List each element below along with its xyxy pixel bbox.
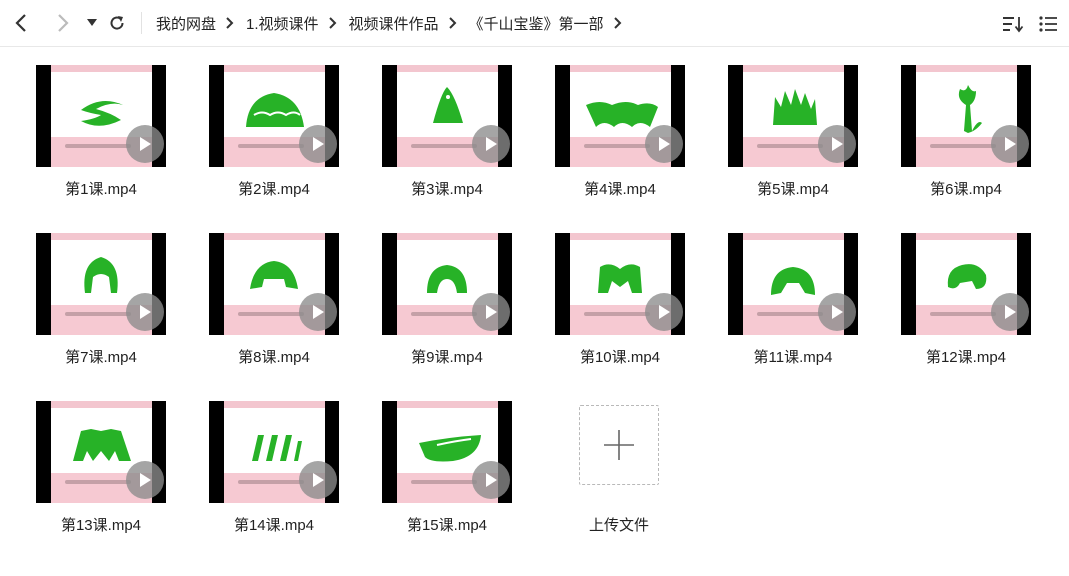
file-name: 第9课.mp4: [411, 349, 483, 366]
file-item[interactable]: 第15课.mp4: [362, 384, 512, 544]
thumbnail-caption-line: [930, 144, 996, 148]
file-item[interactable]: 第9课.mp4: [362, 216, 512, 376]
play-icon[interactable]: [991, 293, 1029, 331]
play-icon[interactable]: [645, 125, 683, 163]
file-name: 第7课.mp4: [65, 349, 137, 366]
chevron-right-icon[interactable]: [50, 10, 76, 36]
upload-label: 上传文件: [588, 517, 649, 534]
video-thumbnail[interactable]: [382, 65, 512, 167]
play-icon[interactable]: [818, 125, 856, 163]
breadcrumb-item[interactable]: 《千山宝鉴》第一部: [469, 13, 604, 34]
upload-button[interactable]: [579, 405, 659, 485]
video-thumbnail[interactable]: [728, 65, 858, 167]
chevron-right-small-icon: [328, 17, 337, 29]
thumbnail-caption-line: [411, 144, 477, 148]
file-item[interactable]: 第2课.mp4: [189, 48, 339, 208]
file-item[interactable]: 第5课.mp4: [708, 48, 858, 208]
file-item[interactable]: 第7课.mp4: [16, 216, 166, 376]
upload-tile[interactable]: 上传文件: [558, 384, 708, 544]
file-name: 第6课.mp4: [930, 181, 1002, 198]
video-thumbnail[interactable]: [901, 233, 1031, 335]
thumbnail-caption-line: [584, 144, 650, 148]
file-item[interactable]: 第8课.mp4: [189, 216, 339, 376]
triangle-down-icon[interactable]: [79, 10, 105, 36]
file-name: 第1课.mp4: [65, 181, 137, 198]
sort-icon[interactable]: [1002, 13, 1024, 35]
chevron-right-small-icon: [448, 17, 457, 29]
video-thumbnail[interactable]: [36, 401, 166, 503]
breadcrumb-item[interactable]: 视频课件作品: [349, 13, 439, 34]
toolbar: 我的网盘 1.视频课件 视频课件作品 《千山宝鉴》第一部: [0, 0, 1069, 47]
refresh-icon[interactable]: [104, 10, 130, 36]
video-thumbnail[interactable]: [555, 233, 685, 335]
file-name: 第14课.mp4: [233, 517, 315, 534]
thumbnail-caption-line: [238, 480, 304, 484]
video-thumbnail[interactable]: [382, 401, 512, 503]
file-name: 第3课.mp4: [411, 181, 483, 198]
video-thumbnail[interactable]: [382, 233, 512, 335]
thumbnail-caption-line: [65, 144, 131, 148]
thumbnail-caption-line: [238, 144, 304, 148]
file-name: 第11课.mp4: [753, 349, 833, 366]
file-item[interactable]: 第13课.mp4: [16, 384, 166, 544]
video-thumbnail[interactable]: [209, 65, 339, 167]
chevron-left-icon[interactable]: [8, 10, 34, 36]
thumbnail-caption-line: [757, 144, 823, 148]
file-name: 第13课.mp4: [60, 517, 142, 534]
video-thumbnail[interactable]: [728, 233, 858, 335]
toolbar-divider: [141, 12, 142, 34]
file-name: 第5课.mp4: [757, 181, 829, 198]
breadcrumb-item[interactable]: 我的网盘: [156, 13, 216, 34]
play-icon[interactable]: [991, 125, 1029, 163]
file-grid: 第1课.mp4 第2课.mp4 第3课.mp4 第4课.mp4 第5课.mp4 …: [0, 48, 1069, 576]
video-thumbnail[interactable]: [901, 65, 1031, 167]
play-icon[interactable]: [126, 461, 164, 499]
file-name: 第8课.mp4: [238, 349, 310, 366]
play-icon[interactable]: [472, 461, 510, 499]
video-thumbnail[interactable]: [36, 65, 166, 167]
thumbnail-caption-line: [411, 480, 477, 484]
file-name: 第12课.mp4: [925, 349, 1007, 366]
file-item[interactable]: 第6课.mp4: [881, 48, 1031, 208]
play-icon[interactable]: [645, 293, 683, 331]
play-icon[interactable]: [126, 125, 164, 163]
thumbnail-caption-line: [238, 312, 304, 316]
file-item[interactable]: 第1课.mp4: [16, 48, 166, 208]
file-name: 第2课.mp4: [238, 181, 310, 198]
thumbnail-caption-line: [65, 312, 131, 316]
thumbnail-caption-line: [757, 312, 823, 316]
breadcrumb: 我的网盘 1.视频课件 视频课件作品 《千山宝鉴》第一部: [156, 0, 634, 46]
file-name: 第4课.mp4: [584, 181, 656, 198]
chevron-right-small-icon: [613, 17, 622, 29]
play-icon[interactable]: [472, 125, 510, 163]
play-icon[interactable]: [299, 461, 337, 499]
play-icon[interactable]: [126, 293, 164, 331]
thumbnail-caption-line: [411, 312, 477, 316]
video-thumbnail[interactable]: [555, 65, 685, 167]
file-item[interactable]: 第3课.mp4: [362, 48, 512, 208]
play-icon[interactable]: [299, 293, 337, 331]
video-thumbnail[interactable]: [209, 233, 339, 335]
chevron-right-small-icon: [226, 17, 234, 29]
play-icon[interactable]: [818, 293, 856, 331]
file-name: 第10课.mp4: [579, 349, 661, 366]
file-item[interactable]: 第11课.mp4: [708, 216, 858, 376]
file-item[interactable]: 第12课.mp4: [881, 216, 1031, 376]
file-item[interactable]: 第14课.mp4: [189, 384, 339, 544]
video-thumbnail[interactable]: [36, 233, 166, 335]
list-view-icon[interactable]: [1037, 13, 1059, 35]
breadcrumb-item[interactable]: 1.视频课件: [246, 13, 319, 34]
thumbnail-caption-line: [930, 312, 996, 316]
plus-icon: [604, 430, 634, 460]
thumbnail-caption-line: [65, 480, 131, 484]
video-thumbnail[interactable]: [209, 401, 339, 503]
play-icon[interactable]: [299, 125, 337, 163]
play-icon[interactable]: [472, 293, 510, 331]
file-name: 第15课.mp4: [406, 517, 488, 534]
thumbnail-caption-line: [584, 312, 650, 316]
file-item[interactable]: 第4课.mp4: [535, 48, 685, 208]
file-item[interactable]: 第10课.mp4: [535, 216, 685, 376]
